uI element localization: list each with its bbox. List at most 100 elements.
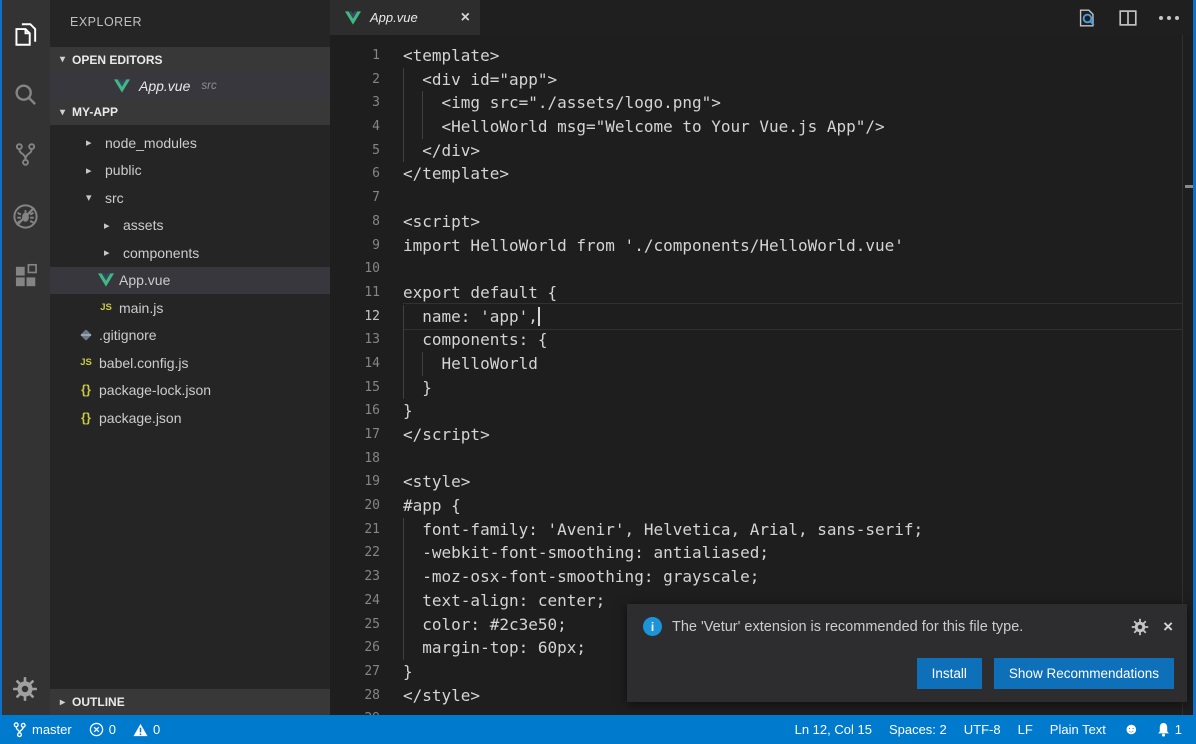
code-line-18[interactable]: 18	[330, 447, 1182, 471]
code-line-16[interactable]: 16}	[330, 399, 1182, 423]
code-line-29[interactable]: 29	[330, 707, 1182, 715]
settings-button[interactable]	[0, 663, 50, 715]
tree-item-babel-config-js[interactable]: JSbabel.config.js	[50, 349, 330, 377]
tab-app-vue[interactable]: App.vue ×	[330, 0, 480, 35]
activity-extensions-button[interactable]	[0, 250, 50, 302]
code-line-6[interactable]: 6</template>	[330, 162, 1182, 186]
editor-actions	[1076, 0, 1180, 35]
outline-section-header[interactable]: ▸ OUTLINE	[50, 689, 330, 715]
code-line-8[interactable]: 8<script>	[330, 210, 1182, 234]
open-editor-item-app-vue[interactable]: App.vue src	[50, 72, 330, 99]
tree-item-package-json[interactable]: {}package.json	[50, 404, 330, 432]
status-bar: master 0 0 Ln 12, Col 15 Spaces: 2 UTF-8 LF Pl…	[0, 715, 1196, 744]
json-file-icon: {}	[76, 411, 96, 425]
code-line-10[interactable]: 10	[330, 257, 1182, 281]
code-line-19[interactable]: 19<style>	[330, 470, 1182, 494]
activity-search-button[interactable]	[0, 68, 50, 120]
notification-message: The 'Vetur' extension is recommended for…	[672, 619, 1121, 635]
notifications-bell-label: 1	[1175, 722, 1182, 737]
code-line-23[interactable]: 23 -moz-osx-font-smoothing: grayscale;	[330, 565, 1182, 589]
status-bar-right: Ln 12, Col 15 Spaces: 2 UTF-8 LF Plain Text ☻…	[795, 722, 1182, 738]
indentation-status-label: Spaces: 2	[889, 722, 947, 737]
tree-item-components[interactable]: ▸components	[50, 239, 330, 267]
code-line-2[interactable]: 2 <div id="app">	[330, 68, 1182, 92]
code-line-13[interactable]: 13 components: {	[330, 328, 1182, 352]
code-line-4[interactable]: 4 <HelloWorld msg="Welcome to Your Vue.j…	[330, 115, 1182, 139]
tab-label: App.vue	[370, 10, 418, 25]
code-line-11[interactable]: 11export default {	[330, 281, 1182, 305]
code-line-7[interactable]: 7	[330, 186, 1182, 210]
encoding-status[interactable]: UTF-8	[964, 722, 1001, 737]
code-line-3[interactable]: 3 <img src="./assets/logo.png">	[330, 91, 1182, 115]
tree-item-label: assets	[123, 217, 163, 233]
line-number: 21	[330, 518, 380, 542]
split-editor-icon	[1117, 7, 1139, 29]
tree-item-app-vue[interactable]: App.vue	[50, 267, 330, 295]
tree-item-label: main.js	[119, 300, 163, 316]
tree-item-public[interactable]: ▸public	[50, 157, 330, 185]
tree-item-package-lock-json[interactable]: {}package-lock.json	[50, 377, 330, 405]
chevron-expanded-icon: ▾	[60, 107, 65, 118]
open-editors-label: OPEN EDITORS	[72, 53, 162, 67]
indent-guide	[403, 91, 404, 115]
git-branch-status[interactable]: master	[12, 721, 72, 738]
close-icon[interactable]: ×	[1163, 618, 1173, 635]
code-line-1[interactable]: 1<template>	[330, 44, 1182, 68]
indent-guide	[403, 305, 404, 329]
line-number: 6	[330, 162, 380, 186]
git-file-icon	[76, 331, 96, 339]
code-line-15[interactable]: 15 }	[330, 376, 1182, 400]
tree-item--gitignore[interactable]: .gitignore	[50, 322, 330, 350]
eol-status[interactable]: LF	[1018, 722, 1033, 737]
json-file-icon: {}	[76, 383, 96, 397]
status-bar-left: master 0 0	[12, 721, 160, 738]
code-line-20[interactable]: 20#app {	[330, 494, 1182, 518]
errors-status[interactable]: 0	[89, 722, 116, 737]
code-line-14[interactable]: 14 HelloWorld	[330, 352, 1182, 376]
notifications-bell[interactable]: 1	[1157, 722, 1182, 737]
gear-icon[interactable]	[1131, 618, 1149, 636]
activity-explorer-button[interactable]	[0, 8, 50, 60]
tree-item-node-modules[interactable]: ▸node_modules	[50, 129, 330, 157]
indentation-status[interactable]: Spaces: 2	[889, 722, 947, 737]
language-mode-status[interactable]: Plain Text	[1050, 722, 1106, 737]
warnings-status[interactable]: 0	[133, 722, 160, 737]
show-recommendations-button[interactable]: Show Recommendations	[994, 658, 1174, 689]
feedback-smiley[interactable]: ☻	[1123, 722, 1140, 738]
text-cursor	[538, 307, 540, 327]
code-line-5[interactable]: 5 </div>	[330, 139, 1182, 163]
errors-status-label: 0	[109, 722, 116, 737]
code-line-22[interactable]: 22 -webkit-font-smoothing: antialiased;	[330, 541, 1182, 565]
cursor-position-status[interactable]: Ln 12, Col 15	[795, 722, 872, 737]
tree-item-label: .gitignore	[99, 327, 157, 343]
notification-toast: i The 'Vetur' extension is recommended f…	[627, 604, 1187, 702]
code-line-12[interactable]: 12 name: 'app',	[330, 305, 1182, 329]
close-icon[interactable]: ×	[461, 10, 470, 26]
search-icon	[11, 80, 40, 109]
code-line-17[interactable]: 17</script>	[330, 423, 1182, 447]
code-line-9[interactable]: 9import HelloWorld from './components/He…	[330, 234, 1182, 258]
tree-item-label: package-lock.json	[99, 382, 211, 398]
js-file-icon: JS	[76, 357, 96, 368]
open-preview-button[interactable]	[1076, 7, 1098, 29]
indent-guide	[403, 541, 404, 565]
activity-debug-button[interactable]	[0, 190, 50, 242]
indent-guide	[403, 636, 404, 660]
activity-source-control-button[interactable]	[0, 128, 50, 180]
project-section-header[interactable]: ▾ MY-APP	[50, 99, 330, 125]
more-actions-button[interactable]	[1158, 15, 1180, 21]
bell-icon	[1157, 722, 1170, 737]
indent-guide	[403, 613, 404, 637]
language-mode-status-label: Plain Text	[1050, 722, 1106, 737]
tree-item-src[interactable]: ▾src	[50, 184, 330, 212]
code-line-21[interactable]: 21 font-family: 'Avenir', Helvetica, Ari…	[330, 518, 1182, 542]
tree-item-assets[interactable]: ▸assets	[50, 212, 330, 240]
tree-item-main-js[interactable]: JSmain.js	[50, 294, 330, 322]
split-editor-button[interactable]	[1117, 7, 1139, 29]
open-editors-header[interactable]: ▾ OPEN EDITORS	[50, 47, 330, 72]
install-button[interactable]: Install	[917, 658, 982, 689]
tree-item-label: App.vue	[119, 272, 170, 288]
sidebar-explorer: EXPLORER ▾ OPEN EDITORS App.vue src ▾ MY…	[50, 0, 330, 715]
line-number: 27	[330, 660, 380, 684]
line-number: 29	[330, 707, 380, 715]
